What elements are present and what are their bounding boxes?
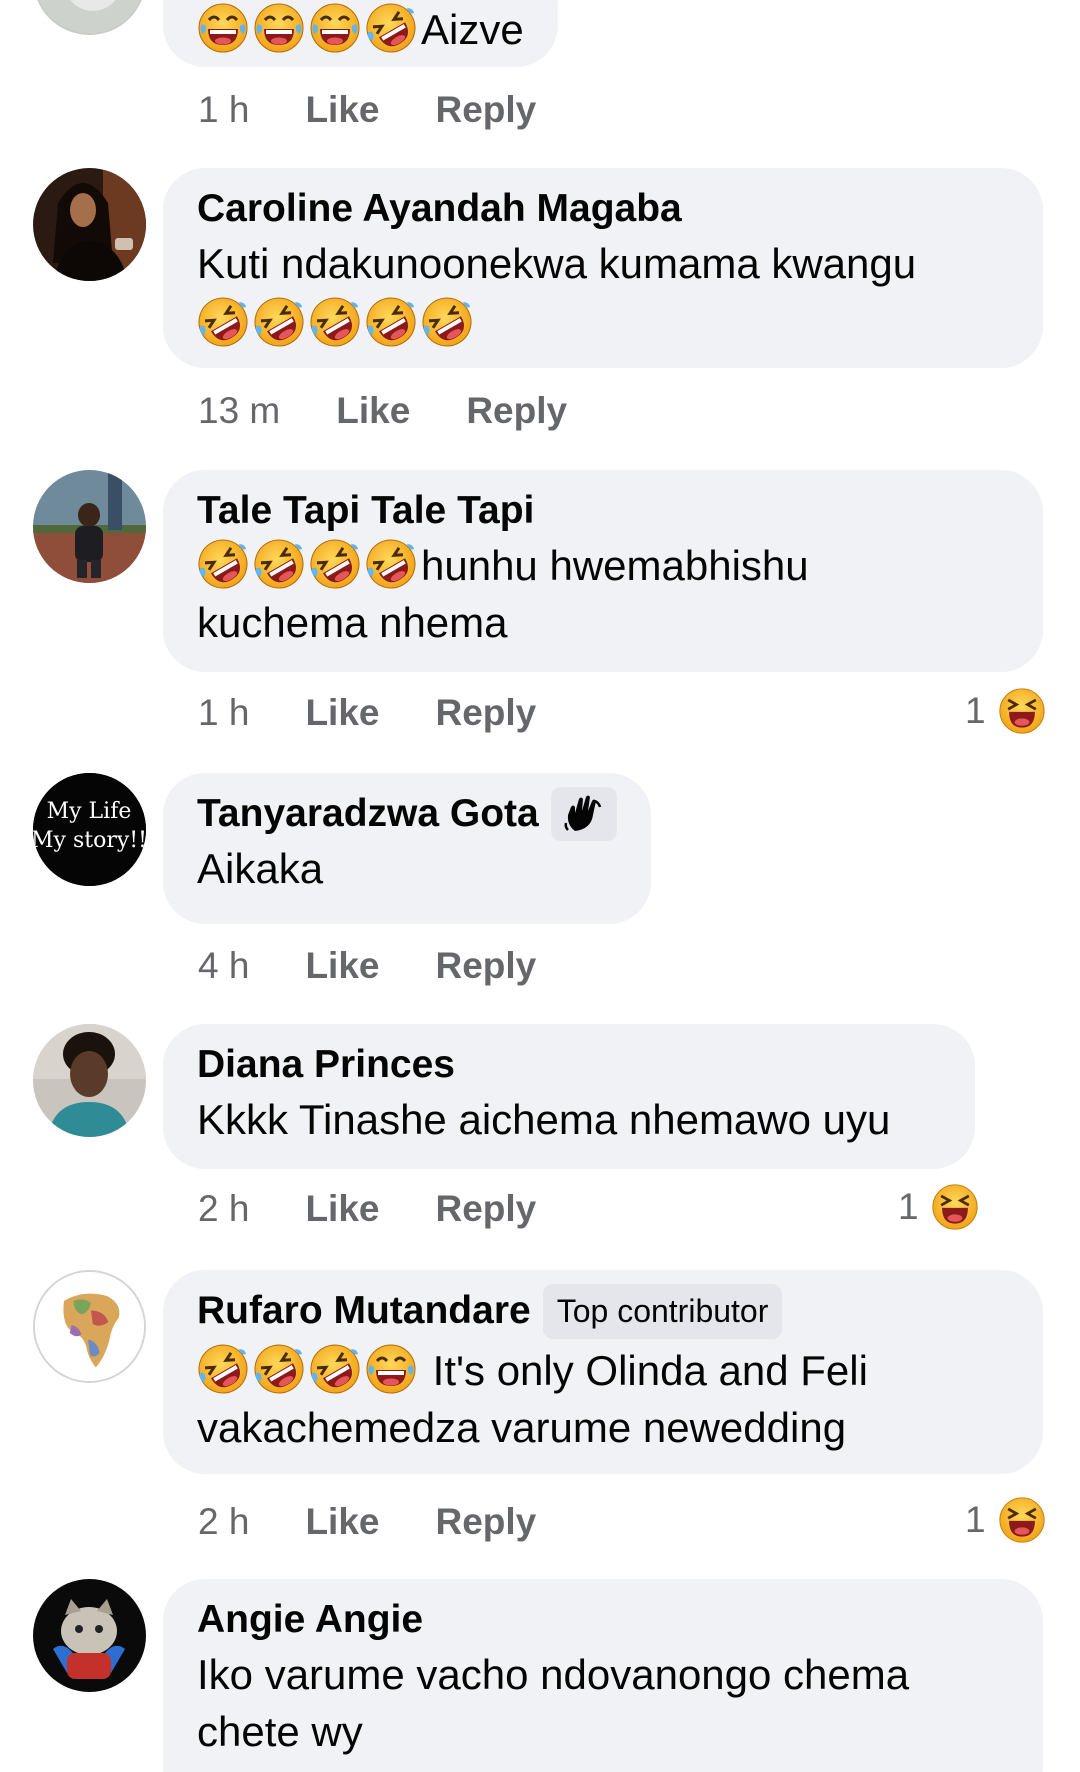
comment-actions: 4 h Like Reply bbox=[198, 941, 536, 991]
author-name[interactable]: Caroline Ayandah Magaba bbox=[197, 187, 682, 231]
comment-text: Kkkk Tinashe aichema nhemawo uyu bbox=[197, 1096, 891, 1143]
rolling-laughing-icon bbox=[197, 538, 249, 590]
comment-actions: 1 h Like Reply bbox=[198, 688, 536, 738]
comment-text-line1: hunhu hwemabhishu bbox=[421, 542, 809, 589]
reaction-count: 1 bbox=[898, 1186, 919, 1227]
avatar-text-line2: My story!! bbox=[33, 828, 146, 853]
timestamp[interactable]: 2 h bbox=[198, 1188, 249, 1230]
avatar[interactable] bbox=[33, 1579, 146, 1692]
comment-actions: 13 m Like Reply bbox=[198, 386, 567, 436]
rolling-laughing-icon bbox=[197, 296, 249, 348]
comment-actions: 2 h Like Reply bbox=[198, 1497, 536, 1547]
reaction-summary[interactable]: 1 bbox=[965, 686, 1046, 736]
comment-text: Kuti ndakunoonekwa kumama kwangu bbox=[197, 240, 917, 287]
avatar[interactable] bbox=[33, 1270, 146, 1383]
rolling-laughing-icon bbox=[309, 296, 361, 348]
reaction-summary[interactable]: 1 bbox=[898, 1182, 979, 1232]
rolling-laughing-icon bbox=[365, 2, 417, 54]
author-name[interactable]: Angie Angie bbox=[197, 1598, 423, 1642]
comment-actions: 1 h Like Reply bbox=[198, 85, 536, 135]
comment-bubble: Tale Tapi Tale Tapi hunhu hwemabhishu ku… bbox=[163, 470, 1043, 672]
laughing-tears-icon bbox=[365, 1343, 417, 1395]
comment-text: Aikaka bbox=[197, 845, 324, 892]
squinting-laugh-icon bbox=[998, 1496, 1046, 1544]
rolling-laughing-icon bbox=[253, 538, 305, 590]
rolling-laughing-icon bbox=[365, 538, 417, 590]
waving-hand-icon[interactable] bbox=[550, 787, 617, 841]
rolling-laughing-icon bbox=[309, 538, 361, 590]
comment-text: It's only Olinda and Feli vakachemedza v… bbox=[197, 1342, 1009, 1456]
comment-bubble: Diana Princes Kkkk Tinashe aichema nhema… bbox=[163, 1024, 975, 1169]
like-button[interactable]: Like bbox=[305, 89, 379, 131]
avatar[interactable] bbox=[33, 168, 146, 281]
comments-list: Aizve 1 h Like Reply Caroline Ayandah Ma… bbox=[0, 0, 1080, 1772]
timestamp[interactable]: 2 h bbox=[198, 1501, 249, 1543]
timestamp[interactable]: 1 h bbox=[198, 692, 249, 734]
reaction-count: 1 bbox=[965, 1499, 986, 1540]
comment-bubble: Aizve bbox=[163, 0, 558, 67]
author-name[interactable]: Tanyaradzwa Gota bbox=[197, 792, 539, 836]
reply-button[interactable]: Reply bbox=[435, 1188, 536, 1230]
squinting-laugh-icon bbox=[998, 687, 1046, 735]
comment-bubble: Rufaro Mutandare Top contributor It's on… bbox=[163, 1270, 1043, 1474]
emoji-row bbox=[197, 295, 1009, 352]
comment-text-line2: kuchema nhema bbox=[197, 599, 508, 646]
timestamp[interactable]: 4 h bbox=[198, 945, 249, 987]
reply-button[interactable]: Reply bbox=[435, 1501, 536, 1543]
reply-button[interactable]: Reply bbox=[435, 945, 536, 987]
laughing-tears-icon bbox=[309, 2, 361, 54]
comment-text-line2: vakachemedza varume newedding bbox=[197, 1404, 847, 1451]
avatar[interactable] bbox=[33, 1024, 146, 1137]
comment-bubble: Angie Angie Iko varume vacho ndovanongo … bbox=[163, 1579, 1043, 1772]
reaction-count: 1 bbox=[965, 690, 986, 731]
laughing-tears-icon bbox=[253, 2, 305, 54]
rolling-laughing-icon bbox=[309, 1343, 361, 1395]
rolling-laughing-icon bbox=[253, 296, 305, 348]
like-button[interactable]: Like bbox=[305, 1188, 379, 1230]
comment-text-line1: It's only Olinda and Feli bbox=[432, 1347, 868, 1394]
comment-text: Aizve bbox=[197, 1, 524, 58]
comment-text-words: Aizve bbox=[421, 6, 524, 53]
reaction-summary[interactable]: 1 bbox=[965, 1495, 1046, 1545]
rolling-laughing-icon bbox=[365, 296, 417, 348]
top-contributor-badge[interactable]: Top contributor bbox=[542, 1283, 783, 1339]
comment-text-line1: Iko varume vacho ndovanongo chema bbox=[197, 1651, 910, 1698]
avatar-text-line1: My Life bbox=[47, 799, 132, 824]
comment-text: Iko varume vacho ndovanongo chema chete … bbox=[197, 1646, 1009, 1760]
rolling-laughing-icon bbox=[421, 296, 473, 348]
rolling-laughing-icon bbox=[197, 1343, 249, 1395]
author-name[interactable]: Tale Tapi Tale Tapi bbox=[197, 489, 534, 533]
comment-bubble: Caroline Ayandah Magaba Kuti ndakunoonek… bbox=[163, 168, 1043, 368]
like-button[interactable]: Like bbox=[305, 692, 379, 734]
squinting-laugh-icon bbox=[931, 1183, 979, 1231]
avatar[interactable] bbox=[33, 470, 146, 583]
reply-button[interactable]: Reply bbox=[466, 390, 567, 432]
avatar[interactable] bbox=[33, 0, 146, 35]
reply-button[interactable]: Reply bbox=[435, 89, 536, 131]
timestamp[interactable]: 13 m bbox=[198, 390, 280, 432]
like-button[interactable]: Like bbox=[336, 390, 410, 432]
like-button[interactable]: Like bbox=[305, 1501, 379, 1543]
timestamp[interactable]: 1 h bbox=[198, 89, 249, 131]
laughing-tears-icon bbox=[197, 2, 249, 54]
author-name[interactable]: Rufaro Mutandare bbox=[197, 1289, 531, 1333]
avatar[interactable]: My Life My story!! bbox=[33, 773, 146, 886]
comment-bubble: Tanyaradzwa Gota Aikaka bbox=[163, 773, 651, 924]
reply-button[interactable]: Reply bbox=[435, 692, 536, 734]
comment-text: hunhu hwemabhishu kuchema nhema bbox=[197, 537, 1009, 651]
like-button[interactable]: Like bbox=[305, 945, 379, 987]
author-name[interactable]: Diana Princes bbox=[197, 1043, 455, 1087]
rolling-laughing-icon bbox=[253, 1343, 305, 1395]
comment-actions: 2 h Like Reply bbox=[198, 1184, 536, 1234]
comment-text-line2: chete wy bbox=[197, 1708, 363, 1755]
